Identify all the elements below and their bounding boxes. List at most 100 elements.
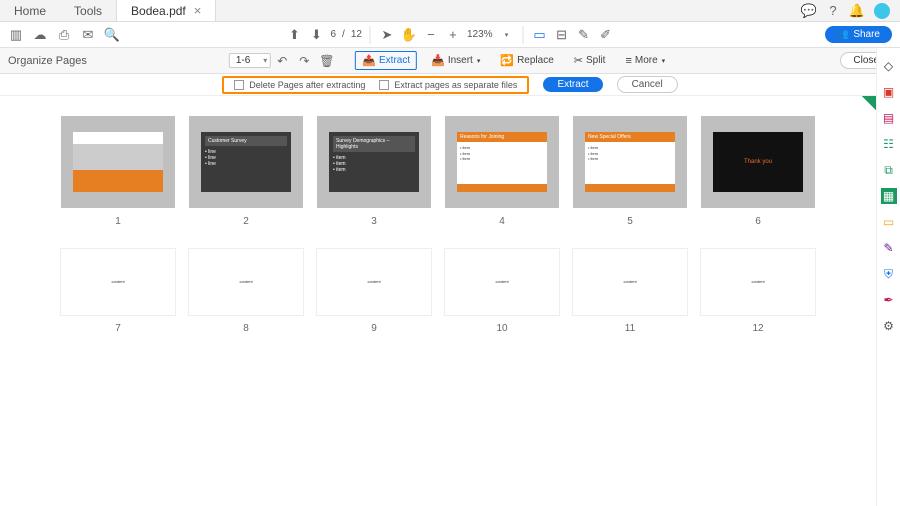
create-icon[interactable]: ▤ [881,110,897,126]
close-icon[interactable]: × [194,3,202,18]
page-total: 12 [351,29,362,40]
page-down-icon[interactable]: ⬇ [308,27,324,43]
page-number: 9 [371,323,377,334]
page-up-icon[interactable]: ⬆ [286,27,302,43]
page-thumb[interactable]: content 12 [701,249,815,334]
chevron-down-icon: ▾ [477,57,481,65]
page-number: 12 [752,323,763,334]
extract-button[interactable]: Extract [543,77,602,92]
split-label: Split [586,55,605,66]
page-thumb[interactable]: Thank you 6 [701,116,815,227]
mail-icon[interactable]: ✉ [80,27,96,43]
thumbnail-grid: 1 Customer Survey• line• line• line 2 Su… [0,96,876,506]
page-number: 10 [496,323,507,334]
organize-title: Organize Pages [8,55,87,67]
more-label: More [635,55,658,66]
organize-icon[interactable]: ▦ [881,188,897,204]
page-thumb[interactable]: Survey Demographics – Highlights• item• … [317,116,431,227]
tab-home[interactable]: Home [0,0,60,21]
separate-files-checkbox[interactable]: Extract pages as separate files [379,80,517,90]
right-tools-rail: ◇ ▣ ▤ ☷ ⧉ ▦ ▭ ✎ ⛨ ✒ ⚙ [876,48,900,506]
rotate-cw-icon[interactable]: ↷ [297,54,311,68]
fill-sign-icon[interactable]: ✎ [881,240,897,256]
bell-icon[interactable]: 🔔 [850,4,864,18]
delete-after-label: Delete Pages after extracting [249,80,365,90]
avatar[interactable] [874,3,890,19]
page-current[interactable]: 6 [330,29,336,40]
delete-after-checkbox[interactable]: Delete Pages after extracting [234,80,365,90]
separate-files-label: Extract pages as separate files [394,80,517,90]
slide-title: Thank you [744,159,772,165]
cloud-icon[interactable]: ☁ [32,27,48,43]
page-thumb[interactable]: Reasons for Joining• item• item• item 4 [445,116,559,227]
print-icon[interactable]: ⎙ [56,27,72,43]
tab-document-label: Bodea.pdf [131,4,186,18]
fit-width-icon[interactable]: ▭ [532,27,548,43]
hand-icon[interactable]: ✋ [401,27,417,43]
search-icon[interactable]: 🔍 [104,27,120,43]
page-number: 7 [115,323,121,334]
page-thumb[interactable]: content 10 [445,249,559,334]
zoom-level[interactable]: 123% [467,29,493,40]
organize-toolbar: Organize Pages 1-6 ▾ ↶ ↷ 🗑 📤 Extract 📥 I… [0,48,900,74]
page-thumb[interactable]: content 7 [61,249,175,334]
extract-options-bar: Delete Pages after extracting Extract pa… [0,74,900,96]
page-number: 3 [371,216,377,227]
split-tool[interactable]: ✂ Split [568,52,612,69]
slide-title: Reasons for Joining [457,132,547,142]
zoom-out-icon[interactable]: − [423,27,439,43]
chevron-down-icon[interactable]: ▾ [499,27,515,43]
cancel-button[interactable]: Cancel [617,76,678,93]
slide-title: Survey Demographics – Highlights [333,136,415,152]
extract-label: Extract [379,55,410,66]
page-number: 2 [243,216,249,227]
replace-tool[interactable]: 🔁 Replace [494,52,559,69]
document-tabs: Home Tools Bodea.pdf × 💬 ? 🔔 [0,0,900,22]
sidebar-icon[interactable]: ▥ [8,27,24,43]
tab-tools[interactable]: Tools [60,0,116,21]
protect-icon[interactable]: ⛨ [881,266,897,282]
highlight-icon[interactable]: ✐ [598,27,614,43]
page-thumb[interactable]: Customer Survey• line• line• line 2 [189,116,303,227]
insert-label: Insert [448,55,473,66]
combine-icon[interactable]: ⧉ [881,162,897,178]
page-thumb[interactable]: 1 [61,116,175,227]
create-pdf-icon[interactable]: ◇ [881,58,897,74]
page-number: 11 [625,323,635,334]
more-tools-icon[interactable]: ⚙ [881,318,897,334]
insert-tool[interactable]: 📥 Insert ▾ [425,52,486,69]
page-number: 4 [499,216,505,227]
page-thumb[interactable]: New Special Offers• item• item• item 5 [573,116,687,227]
main-toolbar: ▥ ☁ ⎙ ✉ 🔍 ⬆ ⬇ 6 / 12 ➤ ✋ − + 123% ▾ ▭ ⊟ … [0,22,900,48]
share-label: Share [853,29,880,40]
edit-pdf-icon[interactable]: ▣ [881,84,897,100]
zoom-in-icon[interactable]: + [445,27,461,43]
chat-icon[interactable]: 💬 [802,4,816,18]
tab-document[interactable]: Bodea.pdf × [116,0,216,21]
page-number: 5 [627,216,633,227]
more-tool[interactable]: ≡ More ▾ [619,53,671,69]
export-icon[interactable]: ☷ [881,136,897,152]
replace-icon: 🔁 [500,54,514,67]
annotate-icon[interactable]: ✎ [576,27,592,43]
trash-icon[interactable]: 🗑 [319,54,333,68]
extract-tool[interactable]: 📤 Extract [355,51,417,70]
page-sep: / [342,29,345,40]
insert-icon: 📥 [431,54,445,67]
extract-options-highlight: Delete Pages after extracting Extract pa… [222,76,529,94]
chevron-down-icon[interactable]: ▾ [263,56,267,65]
select-icon[interactable]: ➤ [379,27,395,43]
split-icon: ✂ [574,54,583,67]
sign-icon[interactable]: ✒ [881,292,897,308]
comment-icon[interactable]: ▭ [881,214,897,230]
share-button[interactable]: 👥 Share [825,26,892,43]
page-thumb[interactable]: content 11 [573,249,687,334]
page-thumb[interactable]: content 9 [317,249,431,334]
checkbox-icon [234,80,244,90]
page-number: 1 [115,216,121,227]
help-icon[interactable]: ? [826,4,840,18]
page-thumb[interactable]: content 8 [189,249,303,334]
read-mode-icon[interactable]: ⊟ [554,27,570,43]
more-icon: ≡ [625,55,631,67]
rotate-ccw-icon[interactable]: ↶ [275,54,289,68]
